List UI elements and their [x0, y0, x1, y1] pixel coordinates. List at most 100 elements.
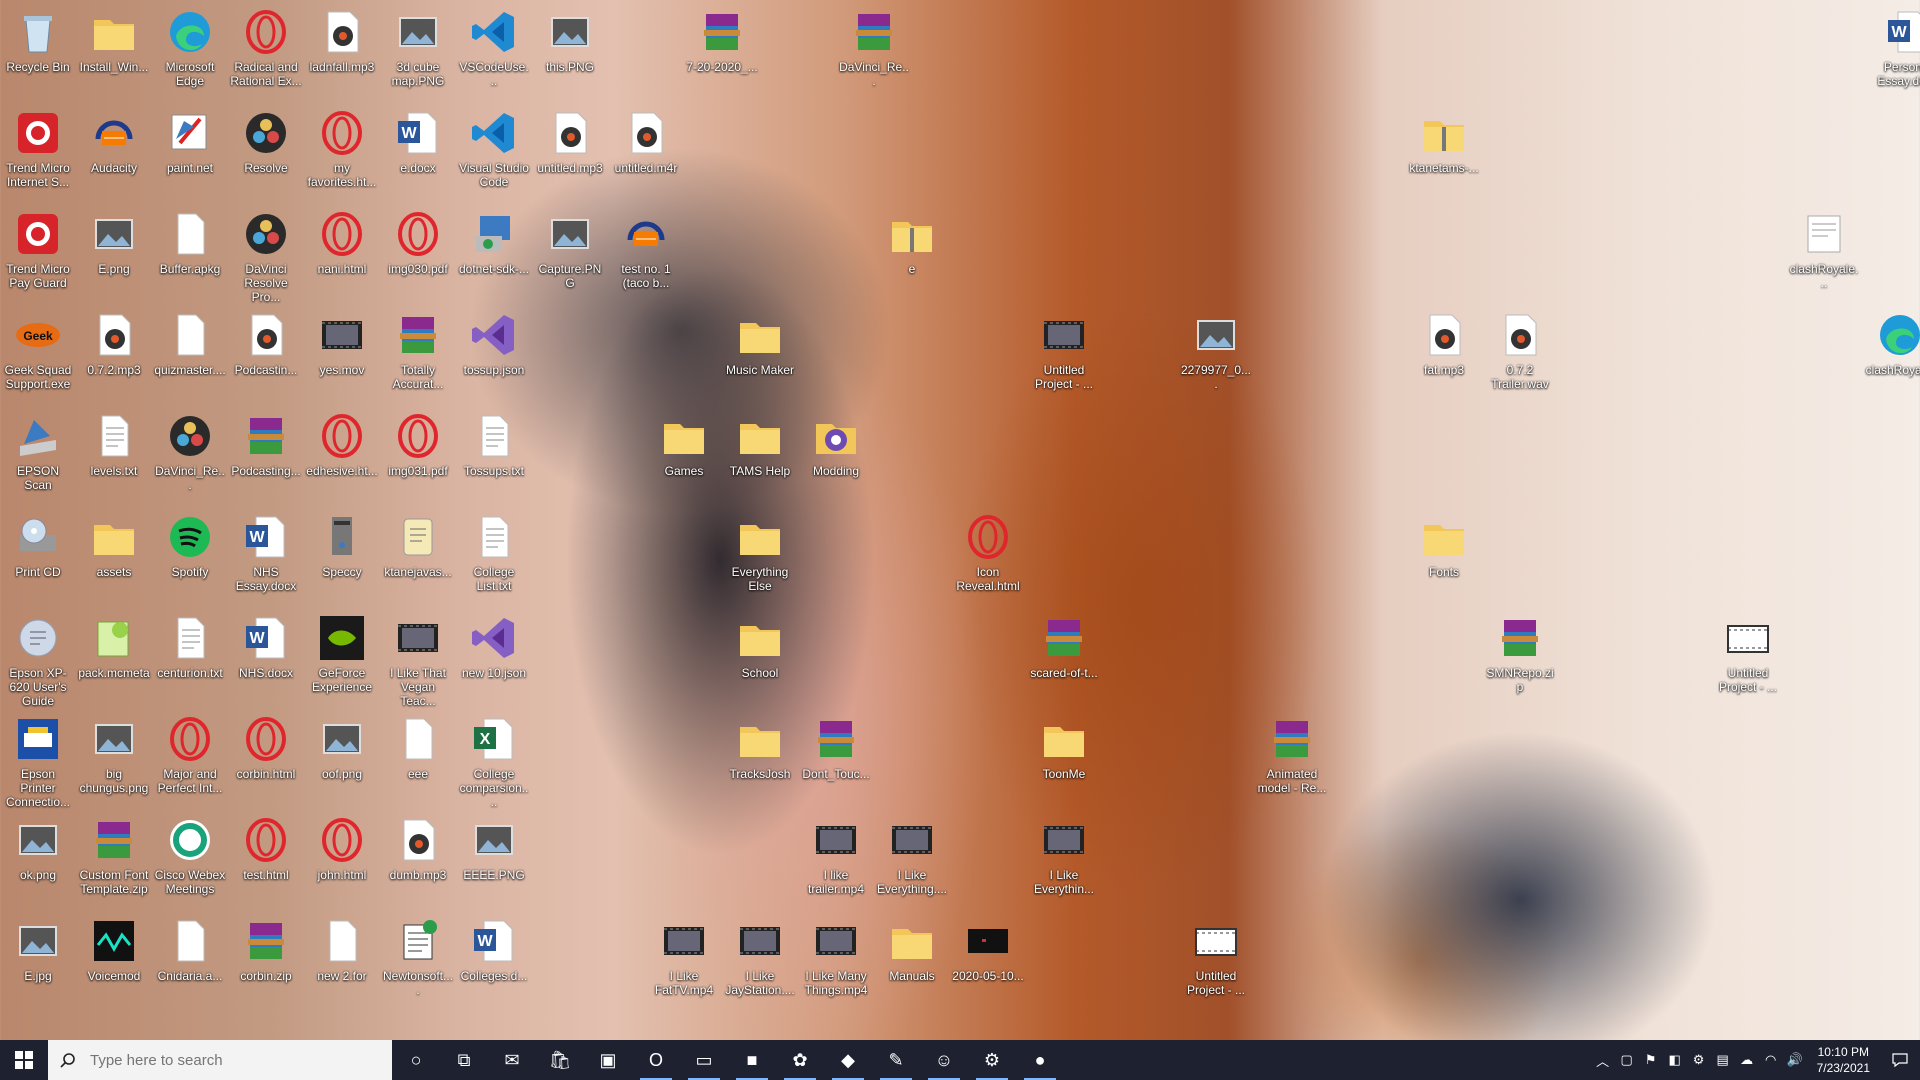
desktop-icon[interactable]: Recycle Bin	[2, 4, 74, 74]
desktop-icon[interactable]: Install_Win...	[78, 4, 150, 74]
show-hidden-icons-chevron-icon[interactable]: ︿	[1591, 1040, 1615, 1080]
desktop-icon[interactable]: Visual Studio Code	[458, 105, 530, 189]
desktop-icon[interactable]: Microsoft Edge	[154, 4, 226, 88]
desktop-icon[interactable]: e	[876, 206, 948, 276]
taskbar-button[interactable]: ✎	[872, 1040, 920, 1080]
desktop-icon[interactable]: Epson Printer Connectio...	[2, 711, 74, 809]
desktop-icon[interactable]: Radical and Rational Ex...	[230, 4, 302, 88]
desktop-icon[interactable]: TracksJosh	[724, 711, 796, 781]
desktop-icon[interactable]: assets	[78, 509, 150, 579]
desktop-icon[interactable]: 3d cube map.PNG	[382, 4, 454, 88]
desktop-icon[interactable]: Music Maker	[724, 307, 796, 377]
tray-app-icon[interactable]: ▤	[1711, 1040, 1735, 1080]
desktop-icon[interactable]: fat.mp3	[1408, 307, 1480, 377]
desktop-icon[interactable]: Cisco Webex Meetings	[154, 812, 226, 896]
desktop-icon[interactable]: Trend Micro Internet S...	[2, 105, 74, 189]
desktop-icon[interactable]: pack.mcmeta	[78, 610, 150, 680]
desktop-icon[interactable]: Capture.PNG	[534, 206, 606, 290]
desktop-icon[interactable]: scared-of-t...	[1028, 610, 1100, 680]
desktop-icon[interactable]: DaVinci_Re...	[154, 408, 226, 492]
desktop-icon[interactable]: School	[724, 610, 796, 680]
steam-tray-icon[interactable]: ⚙	[1687, 1040, 1711, 1080]
desktop-icon[interactable]: E.jpg	[2, 913, 74, 983]
desktop-icon[interactable]: my favorites.ht...	[306, 105, 378, 189]
taskbar-button[interactable]: ✉	[488, 1040, 536, 1080]
desktop-icon[interactable]: GeForce Experience	[306, 610, 378, 694]
desktop-icon[interactable]: DaVinci Resolve Pro...	[230, 206, 302, 304]
desktop-icon[interactable]: Geek Geek Squad Support.exe	[2, 307, 74, 391]
desktop-icon[interactable]: 2020-05-10...	[952, 913, 1024, 983]
desktop-icon[interactable]: yes.mov	[306, 307, 378, 377]
desktop-icon[interactable]: E.png	[78, 206, 150, 276]
taskbar-search-box[interactable]	[48, 1040, 392, 1080]
desktop-icon[interactable]: EEEE.PNG	[458, 812, 530, 882]
desktop-icon[interactable]: test no. 1 (taco b...	[610, 206, 682, 290]
desktop-icon[interactable]: john.html	[306, 812, 378, 882]
desktop-icon[interactable]: TAMS Help	[724, 408, 796, 478]
desktop-icon[interactable]: W NHS.docx	[230, 610, 302, 680]
desktop-icon[interactable]: ktanejavas...	[382, 509, 454, 579]
desktop-icon[interactable]: Podcasting...	[230, 408, 302, 478]
desktop-icon[interactable]: img030.pdf	[382, 206, 454, 276]
desktop-icon[interactable]: tossup.json	[458, 307, 530, 377]
tray-app-icon[interactable]: ⚑	[1639, 1040, 1663, 1080]
desktop-icon[interactable]: nani.html	[306, 206, 378, 276]
desktop-icon[interactable]: Resolve	[230, 105, 302, 175]
desktop-icon[interactable]: corbin.zip	[230, 913, 302, 983]
desktop-icon[interactable]: Untitled Project - ...	[1712, 610, 1784, 694]
desktop-icon[interactable]: I Like Everythin...	[1028, 812, 1100, 896]
desktop-icon[interactable]: Tossups.txt	[458, 408, 530, 478]
start-button[interactable]	[0, 1040, 48, 1080]
desktop-icon[interactable]: quizmaster....	[154, 307, 226, 377]
desktop-icon[interactable]: dotnet-sdk-...	[458, 206, 530, 276]
taskbar-button[interactable]: ☺	[920, 1040, 968, 1080]
tray-app-icon[interactable]: ▢	[1615, 1040, 1639, 1080]
desktop-icon[interactable]: I Like JayStation....	[724, 913, 796, 997]
desktop-icon[interactable]: I Like That Vegan Teac...	[382, 610, 454, 708]
desktop-icon[interactable]: Modding	[800, 408, 872, 478]
desktop-icon[interactable]: Voicemod	[78, 913, 150, 983]
taskbar-button[interactable]: ▣	[584, 1040, 632, 1080]
search-input[interactable]	[88, 1050, 372, 1070]
desktop-icon[interactable]: dumb.mp3	[382, 812, 454, 882]
desktop-icon[interactable]: X College comparsion....	[458, 711, 530, 809]
desktop-icon[interactable]: new 10.json	[458, 610, 530, 680]
desktop-icon[interactable]: Animated model - Re...	[1256, 711, 1328, 795]
desktop-icon[interactable]: Untitled Project - ...	[1180, 913, 1252, 997]
desktop-icon[interactable]: centurion.txt	[154, 610, 226, 680]
taskbar-button[interactable]: ⚙	[968, 1040, 1016, 1080]
desktop-icon[interactable]: W Personal Essay.docx	[1872, 4, 1920, 88]
taskbar-button[interactable]: ○	[392, 1040, 440, 1080]
taskbar-button[interactable]: ◆	[824, 1040, 872, 1080]
desktop-icon[interactable]: Spotify	[154, 509, 226, 579]
desktop-icon[interactable]: eee	[382, 711, 454, 781]
desktop-icon[interactable]: new 2.for	[306, 913, 378, 983]
desktop-icon[interactable]: VSCodeUse...	[458, 4, 530, 88]
desktop-icon[interactable]: Trend Micro Pay Guard	[2, 206, 74, 290]
desktop-icon[interactable]: untitled.m4r	[610, 105, 682, 175]
desktop-icon[interactable]: Podcastin...	[230, 307, 302, 377]
taskbar-button[interactable]: ✿	[776, 1040, 824, 1080]
desktop-icon[interactable]: EPSON Scan	[2, 408, 74, 492]
desktop-icon[interactable]: test.html	[230, 812, 302, 882]
desktop-icon[interactable]: Print CD	[2, 509, 74, 579]
desktop-icon[interactable]: We.docx	[382, 105, 454, 175]
desktop-icon[interactable]: Epson XP-620 User's Guide	[2, 610, 74, 708]
desktop-icon[interactable]: 7-20-2020_...	[686, 4, 758, 74]
desktop-icon[interactable]: ladnfall.mp3	[306, 4, 378, 74]
desktop-icon[interactable]: Audacity	[78, 105, 150, 175]
volume-icon[interactable]: 🔊	[1783, 1040, 1807, 1080]
desktop-icon[interactable]: DaVinci_Re...	[838, 4, 910, 88]
desktop-icon[interactable]: 2279977_0....	[1180, 307, 1252, 391]
desktop-icon[interactable]: SMNRepo.zip	[1484, 610, 1556, 694]
desktop-icon[interactable]: Newtonsoft....	[382, 913, 454, 997]
desktop-icon[interactable]: big chungus.png	[78, 711, 150, 795]
desktop-icon[interactable]: Totally Accurat...	[382, 307, 454, 391]
desktop-icon[interactable]: 0.7.2.mp3	[78, 307, 150, 377]
taskbar-button[interactable]: O	[632, 1040, 680, 1080]
desktop-icon[interactable]: ok.png	[2, 812, 74, 882]
clock[interactable]: 10:10 PM 7/23/2021	[1807, 1044, 1880, 1076]
action-center-icon[interactable]	[1880, 1040, 1920, 1080]
onedrive-icon[interactable]: ☁	[1735, 1040, 1759, 1080]
desktop-icon[interactable]: ToonMe	[1028, 711, 1100, 781]
